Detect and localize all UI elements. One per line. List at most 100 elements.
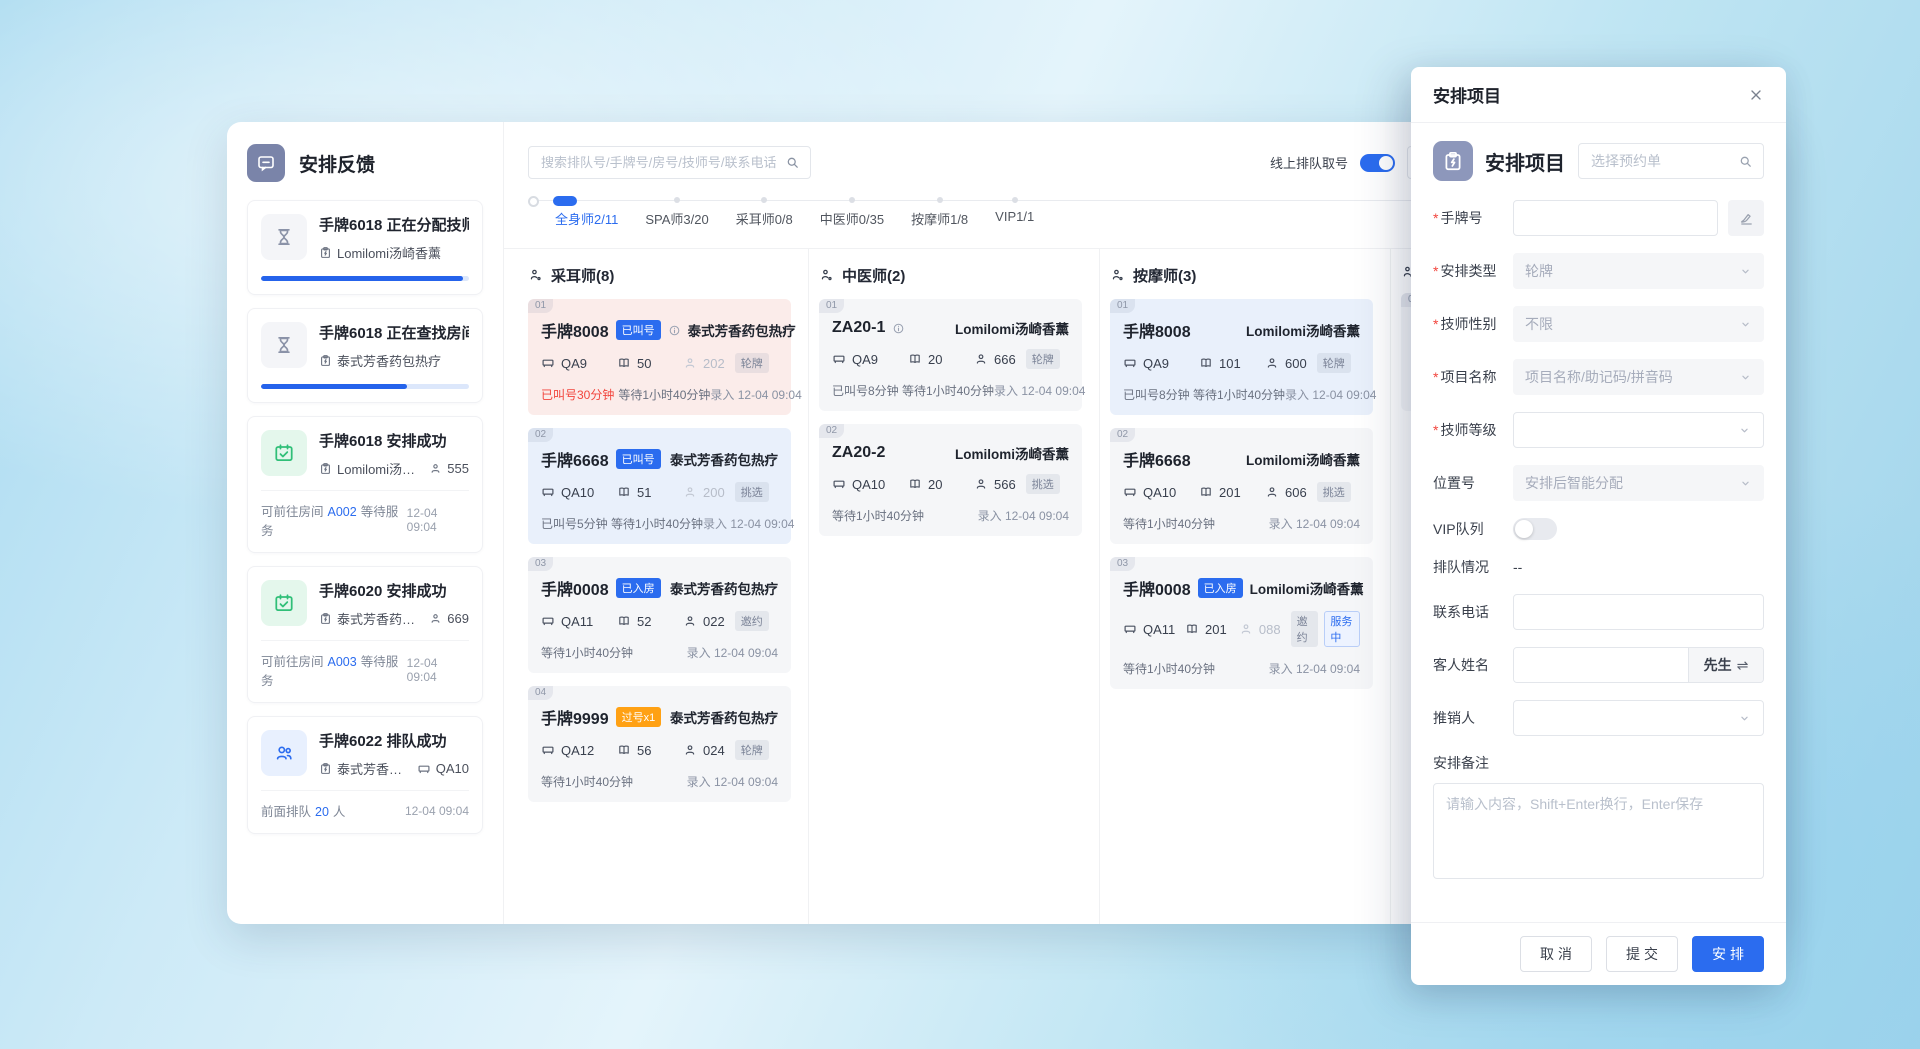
select-field[interactable]	[1513, 700, 1764, 736]
room-item: QA9	[832, 352, 908, 367]
queue-card[interactable]: 02 手牌6668 Lomilomi汤崎香薰	[1110, 428, 1373, 544]
sign-pad-button[interactable]	[1728, 200, 1764, 236]
queue-card[interactable]: 03 手牌0008 已入房 Lomilomi汤崎香薰	[1110, 557, 1373, 689]
gender-suffix[interactable]: 先生⇌	[1688, 648, 1763, 682]
card-title-row: 手牌8008 Lomilomi汤崎香薰	[1123, 318, 1360, 342]
category-tab[interactable]: 采耳师0/8	[736, 209, 793, 228]
feedback-card-body: 手牌6018 安排成功 Lomilomi汤崎香薰 555	[319, 430, 469, 478]
footer-link[interactable]: A002	[328, 505, 357, 519]
card-index: 02	[1110, 428, 1135, 442]
card-index: 04	[528, 686, 553, 700]
column-header: 采耳师(8)	[528, 265, 791, 286]
card-index: 01	[819, 299, 844, 313]
category-tab[interactable]: 按摩师1/8	[911, 209, 968, 228]
project-chip: 泰式芳香药包热疗	[319, 351, 441, 370]
queue-card[interactable]: 04 手牌9999 过号x1 泰式芳香药包热疗	[528, 686, 791, 802]
card-tags: 挑选	[1317, 482, 1351, 502]
submit-button[interactable]: 提交	[1606, 936, 1678, 972]
form-row: *技师等级	[1433, 412, 1764, 448]
entry-time: 录入 12-04 09:04	[687, 773, 778, 790]
footer-link[interactable]: 20	[315, 805, 329, 819]
person-item: 202	[683, 356, 725, 371]
person-icon	[1265, 356, 1279, 370]
room-item: QA11	[541, 614, 617, 629]
mode-chip: 轮牌	[1317, 353, 1351, 373]
search-input[interactable]	[539, 154, 785, 171]
select-field[interactable]: 项目名称/助记码/拼音码	[1513, 359, 1764, 395]
person-icon	[974, 352, 988, 366]
card-info-row: QA9 20 666	[832, 349, 1069, 369]
tab-dot	[849, 197, 855, 203]
form-row: *手牌号	[1433, 200, 1764, 236]
book-icon	[617, 614, 631, 628]
drawer-form-title: 安排项目	[1485, 147, 1565, 176]
wait-status: 已叫号8分钟 等待1小时40分钟	[1123, 386, 1285, 403]
select-field[interactable]	[1513, 412, 1764, 448]
mode-chip: 邀约	[735, 611, 769, 631]
feedback-card[interactable]: 手牌6018 正在分配技师... Lomilomi汤崎香薰	[247, 200, 483, 295]
column-cards: 01 手牌8008 已叫号 泰式芳香药包热疗	[528, 299, 791, 802]
card-project: 泰式芳香药包热疗	[670, 449, 778, 469]
book-item: 201	[1199, 485, 1265, 500]
feedback-card-footer: 可前往房间A003等待服务 12-04 09:04	[261, 640, 469, 689]
entry-time: 录入 12-04 09:04	[703, 515, 794, 532]
select-field[interactable]: 不限	[1513, 306, 1764, 342]
search-icon	[1738, 154, 1753, 169]
form-row: *推销人	[1433, 700, 1764, 736]
hand-tag: 手牌6668	[541, 447, 609, 471]
text-input[interactable]	[1514, 201, 1717, 235]
person-icon	[429, 462, 442, 475]
column-header: 按摩师(3)	[1110, 265, 1373, 286]
category-tab[interactable]: VIP1/1	[995, 209, 1034, 228]
drawer-title: 安排项目	[1433, 82, 1501, 107]
category-tab[interactable]: 中医师0/35	[820, 209, 884, 228]
queue-card[interactable]: 01 手牌8008 已叫号 泰式芳香药包热疗	[528, 299, 791, 415]
guest-name-input[interactable]	[1514, 648, 1688, 682]
select-field[interactable]: 安排后智能分配	[1513, 465, 1764, 501]
feedback-card[interactable]: 手牌6020 安排成功 泰式芳香药包热疗 669	[247, 566, 483, 703]
field-label: *排队情况	[1433, 557, 1513, 577]
hourglass-icon	[261, 214, 307, 260]
category-tab[interactable]: 全身师2/11	[555, 209, 618, 228]
chevron-down-icon	[1739, 318, 1752, 331]
text-input[interactable]	[1514, 595, 1763, 629]
feedback-card[interactable]: 手牌6022 排队成功 泰式芳香药包热疗	[247, 716, 483, 834]
queue-card[interactable]: 02 手牌6668 已叫号 泰式芳香药包热疗	[528, 428, 791, 544]
note-textarea[interactable]	[1433, 783, 1764, 879]
clipboard-icon	[319, 462, 332, 475]
close-icon[interactable]	[1748, 87, 1764, 103]
tab-label: 按摩师1/8	[911, 212, 968, 227]
entry-time: 录入 12-04 09:04	[1269, 660, 1360, 677]
vip-queue-toggle[interactable]	[1513, 518, 1557, 540]
hand-tag: 手牌8008	[541, 318, 609, 342]
feedback-card[interactable]: 手牌6018 正在查找房间... 泰式芳香药包热疗	[247, 308, 483, 403]
info-icon[interactable]	[892, 322, 905, 335]
queue-card[interactable]: 02 ZA20-2 Lomilomi汤崎香薰	[819, 424, 1082, 536]
card-project: Lomilomi汤崎香薰	[1250, 578, 1364, 598]
reservation-search-input[interactable]	[1589, 152, 1738, 170]
footer-time: 12-04 09:04	[407, 656, 469, 684]
info-icon[interactable]	[668, 324, 681, 337]
feedback-card[interactable]: 手牌6018 安排成功 Lomilomi汤崎香薰 555	[247, 416, 483, 553]
online-queue-toggle[interactable]	[1360, 154, 1395, 172]
phone-input-box	[1513, 594, 1764, 630]
person-item: 606	[1265, 485, 1307, 500]
progress-fill	[261, 384, 407, 389]
arrange-button[interactable]: 安排	[1692, 936, 1764, 972]
cancel-button[interactable]: 取消	[1520, 936, 1592, 972]
card-footer-row: 等待1小时40分钟 录入 12-04 09:04	[1123, 515, 1360, 532]
footer-link[interactable]: A003	[328, 655, 357, 669]
card-project: Lomilomi汤崎香薰	[955, 318, 1069, 338]
project-chip: Lomilomi汤崎香薰	[319, 459, 416, 478]
active-tab-handle[interactable]	[553, 196, 577, 206]
queue-card[interactable]: 01 ZA20-1 Lomilomi汤崎香薰	[819, 299, 1082, 411]
progress-fill	[261, 276, 463, 281]
person-icon	[683, 356, 697, 370]
room-icon	[1123, 622, 1137, 636]
tab-label: 中医师0/35	[820, 212, 884, 227]
calendar-check-icon	[261, 430, 307, 476]
queue-card[interactable]: 03 手牌0008 已入房 泰式芳香药包热疗	[528, 557, 791, 673]
select-field[interactable]: 轮牌	[1513, 253, 1764, 289]
queue-card[interactable]: 01 手牌8008 Lomilomi汤崎香薰	[1110, 299, 1373, 415]
category-tab[interactable]: SPA师3/20	[645, 209, 708, 228]
